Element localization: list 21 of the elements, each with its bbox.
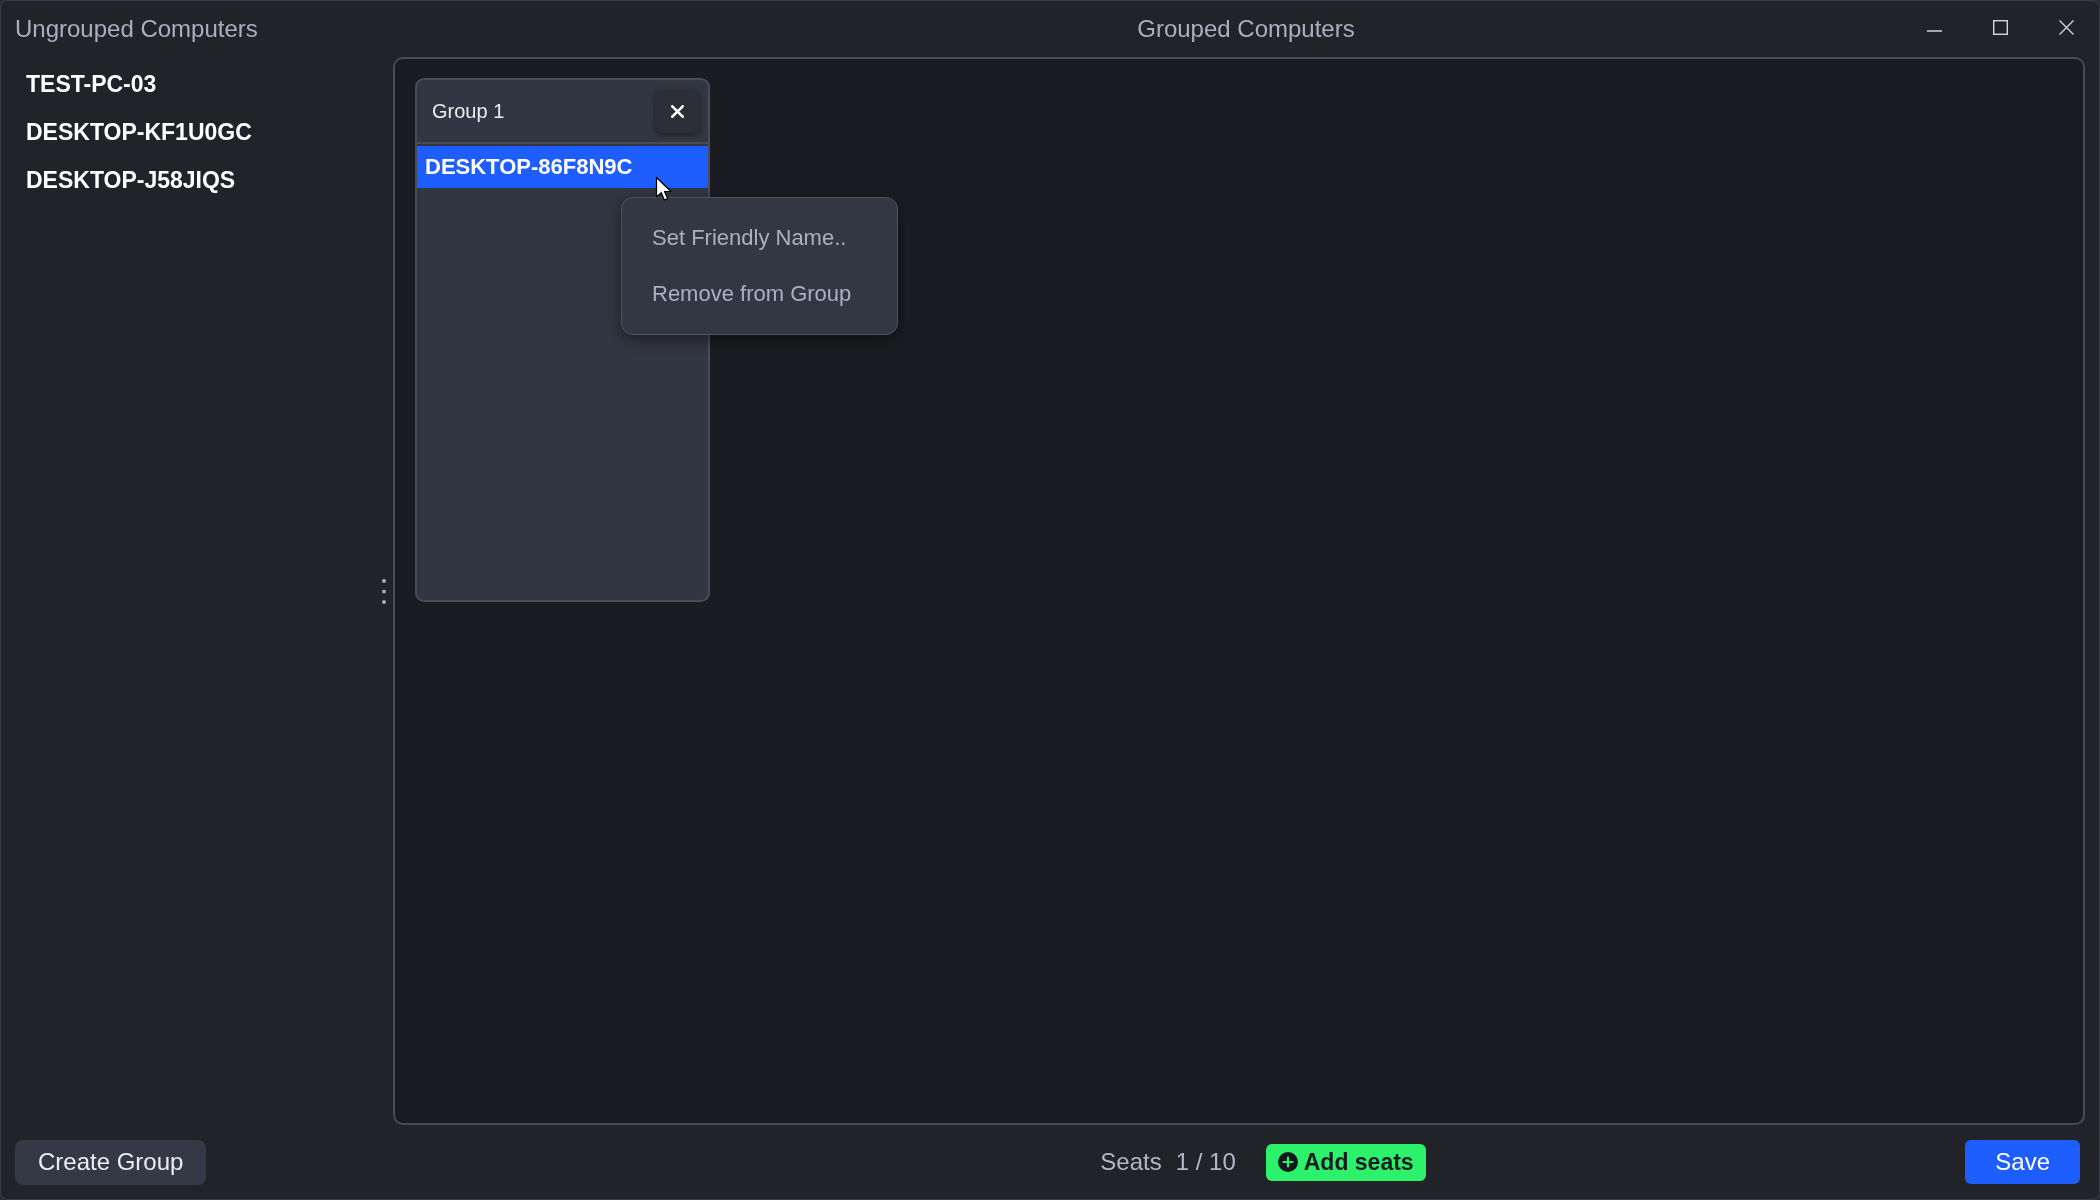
- computer-list-item[interactable]: DESKTOP-KF1U0GC: [20, 108, 258, 156]
- computer-list-item[interactable]: DESKTOP-J58JIQS: [20, 156, 242, 204]
- section-title: Grouped Computers: [1137, 15, 1355, 43]
- close-button[interactable]: [655, 89, 700, 133]
- create-group-button[interactable]: Create Group: [15, 1139, 207, 1185]
- maximize-icon[interactable]: [1992, 19, 2008, 35]
- minimize-icon[interactable]: [1926, 29, 1942, 32]
- section-title: Ungrouped Computers: [14, 15, 258, 43]
- save-button[interactable]: Save: [1965, 1140, 2080, 1184]
- seats-count: 1 / 10: [1175, 1148, 1236, 1176]
- group-member-item[interactable]: DESKTOP-86F8N9C: [417, 146, 708, 188]
- menu-item[interactable]: Remove from Group: [622, 266, 897, 322]
- drag-handle-icon[interactable]: [382, 578, 386, 604]
- computer-list-item[interactable]: TEST-PC-03: [20, 60, 163, 108]
- add-seats-button[interactable]: Add seats: [1265, 1143, 1426, 1181]
- mouse-pointer-icon: [655, 176, 673, 202]
- plus-circle-icon: [1277, 1152, 1298, 1172]
- menu-item[interactable]: Set Friendly Name..: [622, 210, 897, 266]
- close-icon[interactable]: [2058, 19, 2074, 35]
- seats-label: Seats: [1100, 1148, 1162, 1176]
- group-name: Group 1: [432, 99, 505, 123]
